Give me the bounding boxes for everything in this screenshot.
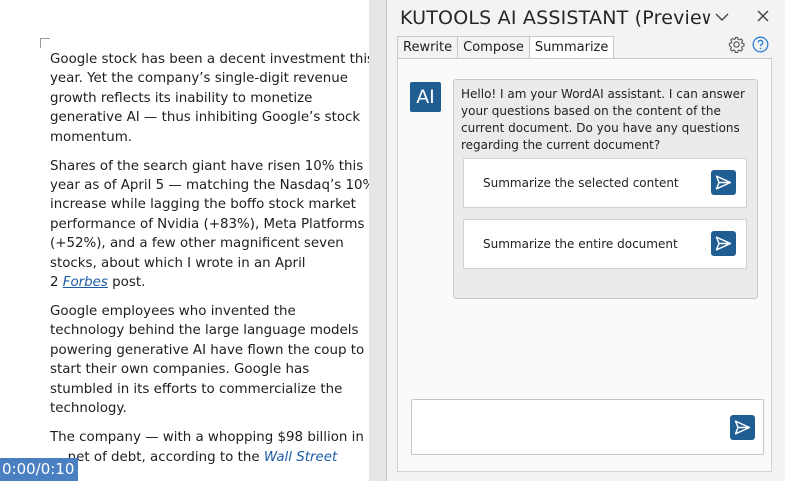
help-icon <box>752 36 769 53</box>
text-line: generative AI — thus inhibiting Google’s… <box>50 110 361 126</box>
close-icon <box>757 10 769 22</box>
pane-options-button[interactable] <box>711 6 733 28</box>
text-line: your questions based on the content of t… <box>461 104 721 118</box>
margin-crop-mark <box>40 38 50 48</box>
text-line: … net of debt, according to the Wall Str… <box>50 448 368 467</box>
suggestion-send-button[interactable] <box>711 170 736 195</box>
summarize-entire-button[interactable]: Summarize the entire document <box>463 219 747 269</box>
mode-tabs: Rewrite Compose Summarize <box>397 36 615 58</box>
help-button[interactable] <box>752 36 769 53</box>
gear-icon <box>728 36 745 53</box>
chat-input[interactable] <box>420 406 720 448</box>
tab-summarize[interactable]: Summarize <box>528 36 615 58</box>
text-line: stocks, about which I wrote in an April <box>50 255 306 271</box>
chat-panel: AI Hello! I am your WordAI assistant. I … <box>397 59 772 472</box>
assistant-message: Hello! I am your WordAI assistant. I can… <box>453 79 758 299</box>
tab-compose[interactable]: Compose <box>457 36 530 58</box>
text-fragment: 2 <box>50 275 63 291</box>
send-icon <box>715 175 732 190</box>
greeting-text: Hello! I am your WordAI assistant. I can… <box>461 86 753 154</box>
suggestion-label: Summarize the selected content <box>483 176 679 190</box>
text-line: powering generative AI have flown the co… <box>50 342 365 358</box>
send-button[interactable] <box>730 415 755 440</box>
settings-button[interactable] <box>728 36 745 53</box>
text-line: year. Yet the company’s single-digit rev… <box>50 71 348 87</box>
chat-input-box <box>411 399 764 455</box>
ai-assistant-pane: KUTOOLS AI ASSISTANT (Preview) Rewrite C… <box>387 0 785 481</box>
send-icon <box>715 236 732 251</box>
text-line: year as of April 5 — matching the Nasdaq… <box>50 178 369 194</box>
text-line: technology. <box>50 401 127 417</box>
chevron-down-icon <box>715 13 729 21</box>
document-paragraph[interactable]: Google employees who invented the techno… <box>50 302 368 418</box>
document-paragraph[interactable]: Google stock has been a decent investmen… <box>50 50 369 147</box>
pane-title: KUTOOLS AI ASSISTANT (Preview) <box>400 7 710 29</box>
text-line: regarding the current document? <box>461 138 661 152</box>
text-line: Google stock has been a decent investmen… <box>50 52 369 67</box>
text-line: 2 Forbes post. <box>50 273 368 292</box>
document-paragraph[interactable]: Shares of the search giant have risen 10… <box>50 157 369 293</box>
text-line: (+52%), and a few other magnificent seve… <box>50 236 344 252</box>
suggestion-send-button[interactable] <box>711 231 736 256</box>
wall-street-link[interactable]: Wall Street <box>264 450 337 465</box>
text-line: The company — with a whopping $98 billio… <box>50 430 364 446</box>
document-body[interactable]: Google stock has been a decent investmen… <box>50 50 369 477</box>
text-fragment: … net of debt, according to the <box>50 449 264 465</box>
document-area: Google stock has been a decent investmen… <box>0 0 386 481</box>
text-line: increase while lagging the boffo stock m… <box>50 197 356 213</box>
ai-avatar: AI <box>410 82 441 112</box>
suggestion-label: Summarize the entire document <box>483 237 678 251</box>
text-fragment: post. <box>107 275 146 291</box>
text-line: momentum. <box>50 129 133 145</box>
document-page[interactable]: Google stock has been a decent investmen… <box>0 0 369 481</box>
text-line: start their own companies. Google has <box>50 362 310 378</box>
text-line: growth reflects its inability to monetiz… <box>50 90 313 106</box>
summarize-selected-button[interactable]: Summarize the selected content <box>463 158 747 208</box>
text-line: current document. Do you have any questi… <box>461 121 740 135</box>
text-line: Shares of the search giant have risen 10… <box>50 158 364 174</box>
text-line: performance of Nvidia (+83%), Meta Platf… <box>50 216 365 232</box>
document-paragraph[interactable]: The company — with a whopping $98 billio… <box>50 428 368 467</box>
send-icon <box>734 420 751 435</box>
forbes-link[interactable]: Forbes <box>63 275 108 290</box>
text-line: technology behind the large language mod… <box>50 323 359 339</box>
text-line: Hello! I am your WordAI assistant. I can… <box>461 87 745 101</box>
text-line: Google employees who invented the <box>50 304 296 320</box>
text-line: stumbled in its efforts to commercialize… <box>50 381 343 397</box>
playback-timer: 0:00/0:10 <box>0 458 78 481</box>
tab-rewrite[interactable]: Rewrite <box>397 36 459 58</box>
close-pane-button[interactable] <box>752 6 774 28</box>
